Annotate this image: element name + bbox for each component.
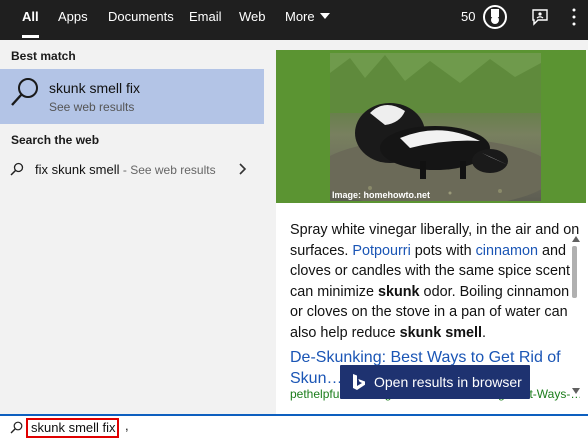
more-options-ellipsis-icon[interactable] xyxy=(566,6,582,28)
search-box[interactable]: skunk smell fix , xyxy=(0,414,588,439)
answer-part: pots with xyxy=(410,242,476,259)
image-caption: Image: homehowto.net xyxy=(332,190,431,200)
tab-web[interactable]: Web xyxy=(239,0,266,40)
feedback-icon[interactable] xyxy=(531,8,549,26)
chevron-right-icon[interactable] xyxy=(238,162,248,176)
search-input[interactable]: skunk smell fix xyxy=(26,418,119,438)
tab-all[interactable]: All xyxy=(22,0,39,40)
web-suggestion-item[interactable]: fix skunk smell - See web results xyxy=(0,155,264,183)
bing-logo-icon xyxy=(353,374,365,390)
web-suggestion-query: fix skunk smell xyxy=(35,162,120,177)
web-suggestion-suffix: - See web results xyxy=(119,163,216,177)
search-icon xyxy=(10,421,23,434)
tab-more[interactable]: More xyxy=(285,0,330,40)
tab-more-label: More xyxy=(285,9,315,24)
rewards-points[interactable]: 50 xyxy=(461,0,475,34)
best-match-heading: Best match xyxy=(11,49,76,63)
open-results-in-browser-button[interactable]: Open results in browser xyxy=(340,365,530,399)
best-match-title: skunk smell fix xyxy=(49,80,141,96)
skunk-photo[interactable]: Image: homehowto.net xyxy=(330,53,541,201)
search-web-heading: Search the web xyxy=(11,133,100,147)
results-list: Best match skunk smell fix See web resul… xyxy=(0,40,276,414)
tab-documents[interactable]: Documents xyxy=(108,0,174,40)
preview-pane: Image: homehowto.net Spray white vinegar… xyxy=(276,50,588,414)
answer-bold: skunk smell xyxy=(399,324,482,341)
search-trailing-text: , xyxy=(125,418,129,433)
answer-part: . xyxy=(482,324,486,341)
chevron-down-icon xyxy=(319,13,330,19)
search-scope-bar: All Apps Documents Email Web More 50 xyxy=(0,0,588,40)
answer-bold: skunk xyxy=(377,283,420,300)
cinnamon-link[interactable]: cinnamon xyxy=(476,243,538,259)
open-results-label: Open results in browser xyxy=(374,374,522,390)
search-icon xyxy=(11,78,38,106)
best-match-subtitle: See web results xyxy=(49,100,135,114)
skunk-illustration xyxy=(330,53,541,201)
tab-apps[interactable]: Apps xyxy=(58,0,88,40)
best-match-item[interactable]: skunk smell fix See web results xyxy=(0,69,264,124)
potpourri-link[interactable]: Potpourri xyxy=(352,243,410,259)
web-suggestion-text: fix skunk smell - See web results xyxy=(35,162,216,177)
answer-text: Spray white vinegar liberally, in the ai… xyxy=(290,220,580,343)
tab-email[interactable]: Email xyxy=(189,0,222,40)
rewards-medal-icon[interactable] xyxy=(482,4,508,30)
preview-hero: Image: homehowto.net xyxy=(276,50,586,203)
search-icon xyxy=(10,162,24,176)
